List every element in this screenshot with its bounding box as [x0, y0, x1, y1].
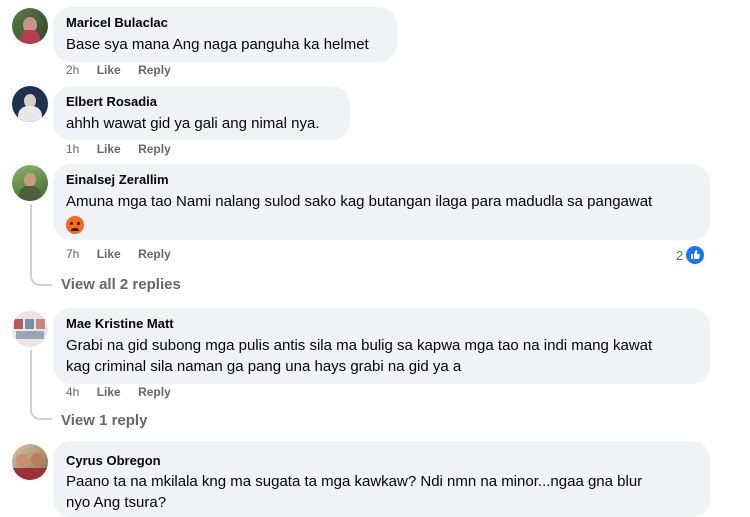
reaction-summary[interactable]: 2	[676, 245, 706, 265]
thread-line	[30, 204, 32, 278]
avatar[interactable]	[12, 165, 48, 201]
commenter-name[interactable]: Cyrus Obregon	[66, 453, 161, 468]
avatar[interactable]	[12, 444, 48, 480]
view-replies-link[interactable]: View 1 reply	[61, 412, 147, 429]
comment-time[interactable]: 7h	[66, 247, 79, 261]
comment-time[interactable]: 4h	[66, 385, 79, 399]
thread-line	[30, 350, 32, 412]
commenter-name[interactable]: Maricel Bulaclac	[66, 15, 168, 30]
commenter-name[interactable]: Einalsej Zerallim	[66, 172, 169, 187]
comment-meta: 4h Like Reply	[66, 385, 171, 399]
comment-time[interactable]: 1h	[66, 142, 79, 156]
like-button[interactable]: Like	[97, 142, 121, 156]
comment-meta: 1h Like Reply	[66, 142, 171, 156]
comment-text: Amuna mga tao Nami nalang sulod sako kag…	[66, 193, 653, 210]
reply-button[interactable]: Reply	[138, 142, 171, 156]
thread-line-curve	[30, 276, 52, 286]
avatar[interactable]	[12, 311, 48, 347]
comment-text: Base sya mana Ang naga panguha ka helmet	[66, 36, 369, 53]
comment-text: Paano ta na mkilala kng ma sugata ta mga…	[66, 473, 643, 490]
reaction-count: 2	[676, 247, 684, 263]
like-button[interactable]: Like	[97, 63, 121, 77]
comment-meta: 7h Like Reply	[66, 247, 171, 261]
comment-text: nyo Ang tsura?	[66, 494, 167, 511]
comment-time[interactable]: 2h	[66, 63, 79, 77]
commenter-name[interactable]: Elbert Rosadia	[66, 94, 157, 109]
view-replies-link[interactable]: View all 2 replies	[61, 276, 181, 293]
like-button[interactable]: Like	[97, 247, 121, 261]
reply-button[interactable]: Reply	[138, 247, 171, 261]
comment-meta: 2h Like Reply	[66, 63, 171, 77]
avatar[interactable]	[12, 8, 48, 44]
comment-text: kag criminal sila naman ga pang una hays…	[66, 358, 462, 375]
reply-button[interactable]: Reply	[138, 385, 171, 399]
avatar[interactable]	[12, 86, 48, 122]
reply-button[interactable]: Reply	[138, 63, 171, 77]
thumbs-up-icon	[685, 245, 706, 265]
comment-text: Grabi na gid subong mga pulis antis sila…	[66, 337, 653, 354]
comment-text: ahhh wawat gid ya gali ang nimal nya.	[66, 115, 320, 132]
thread-line-curve	[30, 410, 52, 420]
commenter-name[interactable]: Mae Kristine Matt	[66, 316, 174, 331]
angry-face-emoji	[66, 216, 84, 234]
like-button[interactable]: Like	[97, 385, 121, 399]
